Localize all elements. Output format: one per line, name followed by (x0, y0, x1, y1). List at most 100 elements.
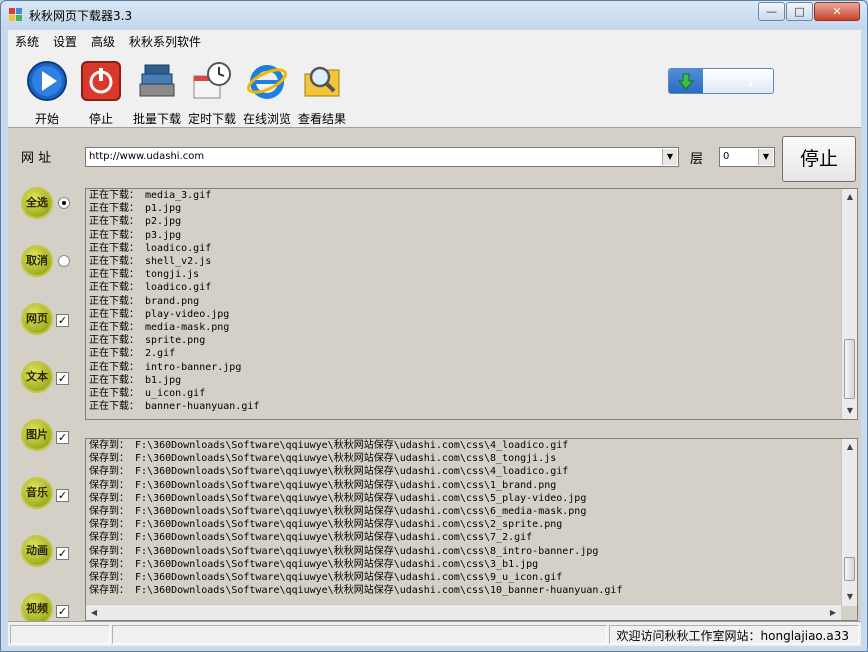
text-checkbox[interactable]: ✓ (56, 372, 69, 385)
status-message: 欢迎访问秋秋工作室网站：honglajiao.a33 (616, 629, 849, 643)
log-line: 正在下载： loadico.gif (89, 242, 212, 254)
log-line: 保存到： F:\360Downloads\Software\qqiuwye\秋秋… (89, 506, 587, 518)
client-area: 系统 设置 高级 秋秋系列软件 开始 停止 批量下载 定时下载 在线浏览 查看结… (8, 30, 861, 646)
layer-value: 0 (723, 151, 730, 162)
cancel-radio[interactable] (58, 255, 70, 267)
maximize-button[interactable]: □ (786, 2, 813, 21)
video-checkbox[interactable]: ✓ (56, 605, 69, 618)
scroll-thumb[interactable] (844, 557, 855, 581)
play-icon (27, 61, 67, 101)
log-line: 正在下载： shell_v2.js (89, 256, 212, 268)
log-line: 正在下载： p2.jpg (89, 216, 182, 228)
log-line: 正在下载： 2.gif (89, 348, 176, 360)
scroll-left-icon[interactable]: ◀ (86, 605, 102, 620)
log-line: 保存到： F:\360Downloads\Software\qqiuwye\秋秋… (89, 532, 533, 544)
text-button[interactable]: 文本 (21, 361, 53, 393)
save-log: 保存到： F:\360Downloads\Software\qqiuwye\秋秋… (89, 439, 839, 597)
animation-checkbox[interactable]: ✓ (56, 547, 69, 560)
download-log: 正在下载： media_3.gif 正在下载： p1.jpg 正在下载： p2.jp… (89, 189, 839, 413)
log-line: 正在下载： b1.jpg (89, 374, 182, 386)
log-line: 正在下载： media_3.gif (89, 190, 212, 201)
log-line: 正在下载： u_icon.gif (89, 388, 206, 400)
menu-settings[interactable]: 设置 (53, 33, 77, 50)
online-browse-button[interactable]: 在线浏览 (239, 58, 295, 126)
image-button[interactable]: 图片 (21, 419, 53, 451)
log-line: 保存到： F:\360Downloads\Software\qqiuwye\秋秋… (89, 492, 587, 504)
toolbar: 开始 停止 批量下载 定时下载 在线浏览 查看结果 .ı (8, 50, 861, 128)
stop-download-button[interactable]: 停止 (782, 136, 856, 182)
power-icon (81, 61, 121, 101)
scroll-up-icon[interactable]: ▲ (842, 189, 857, 205)
scroll-up-icon[interactable]: ▲ (842, 439, 857, 455)
log-line: 正在下载： loadico.gif (89, 282, 212, 294)
log-line: 保存到： F:\360Downloads\Software\qqiuwye\秋秋… (89, 558, 539, 570)
books-icon (139, 64, 175, 97)
log-line: 正在下载： p3.jpg (89, 229, 182, 241)
app-logo-icon (9, 8, 23, 22)
cancel-button[interactable]: 取消 (21, 245, 53, 277)
stop-button[interactable]: 停止 (73, 58, 129, 126)
log-line: 保存到： F:\360Downloads\Software\qqiuwye\秋秋… (89, 545, 599, 557)
url-label: 网 址 (21, 151, 52, 166)
log-line: 正在下载： banner-huanyuan.gif (89, 401, 260, 413)
image-checkbox[interactable]: ✓ (56, 431, 69, 444)
menu-system[interactable]: 系统 (15, 33, 39, 50)
log-line: 保存到： F:\360Downloads\Software\qqiuwye\秋秋… (89, 519, 563, 531)
select-all-radio[interactable] (58, 197, 70, 209)
close-button[interactable]: ✕ (814, 2, 860, 21)
menu-series-software[interactable]: 秋秋系列软件 (129, 33, 201, 50)
log-line: 正在下载： media-mask.png (89, 322, 230, 334)
select-all-button[interactable]: 全选 (21, 187, 53, 219)
webpage-checkbox[interactable]: ✓ (56, 314, 69, 327)
view-results-label: 查看结果 (297, 112, 346, 126)
log-line: 保存到： F:\360Downloads\Software\qqiuwye\秋秋… (89, 585, 623, 597)
progress-indicator: .ı (746, 80, 753, 90)
status-cell-1 (10, 625, 110, 644)
download-log-scrollbar[interactable]: ▲ ▼ (841, 189, 857, 419)
save-log-vscrollbar[interactable]: ▲ ▼ (841, 439, 857, 606)
down-arrow-icon (677, 73, 695, 90)
layer-label: 层 (690, 152, 704, 167)
minimize-button[interactable]: — (758, 2, 785, 21)
music-button[interactable]: 音乐 (21, 477, 53, 509)
log-line: 保存到： F:\360Downloads\Software\qqiuwye\秋秋… (89, 572, 563, 584)
scroll-down-icon[interactable]: ▼ (842, 589, 857, 605)
status-cell-2 (112, 625, 607, 644)
log-line: 正在下载： intro-banner.jpg (89, 361, 242, 373)
log-line: 保存到： F:\360Downloads\Software\qqiuwye\秋秋… (89, 466, 569, 478)
clock-calendar-icon (193, 62, 231, 99)
layer-select[interactable]: 0 ▼ (719, 147, 775, 167)
window-title: 秋秋网页下载器3.3 (29, 9, 133, 23)
save-log-hscrollbar[interactable]: ◀ ▶ (86, 604, 841, 620)
url-dropdown-arrow-icon[interactable]: ▼ (662, 149, 677, 165)
animation-button[interactable]: 动画 (21, 535, 53, 567)
scroll-down-icon[interactable]: ▼ (842, 403, 857, 419)
download-progress: .ı (668, 68, 774, 94)
scroll-right-icon[interactable]: ▶ (825, 605, 841, 620)
menu-bar: 系统 设置 高级 秋秋系列软件 (8, 30, 861, 50)
batch-download-button[interactable]: 批量下载 (129, 58, 185, 126)
status-bar: 欢迎访问秋秋工作室网站：honglajiao.a33 (8, 621, 861, 646)
menu-advanced[interactable]: 高级 (91, 33, 115, 50)
log-line: 正在下载： play-video.jpg (89, 308, 230, 320)
webpage-button[interactable]: 网页 (21, 303, 53, 335)
layer-dropdown-arrow-icon[interactable]: ▼ (758, 149, 773, 165)
folder-search-icon (304, 66, 340, 97)
url-value: http://www.udashi.com (89, 151, 205, 162)
log-line: 正在下载： sprite.png (89, 335, 206, 347)
log-line: 正在下载： brand.png (89, 295, 200, 307)
log-line: 保存到： F:\360Downloads\Software\qqiuwye\秋秋… (89, 479, 557, 491)
view-results-button[interactable]: 查看结果 (294, 58, 350, 126)
title-bar[interactable]: 秋秋网页下载器3.3 — □ ✕ (1, 1, 867, 29)
log-line: 保存到： F:\360Downloads\Software\qqiuwye\秋秋… (89, 440, 569, 451)
scroll-thumb[interactable] (844, 339, 855, 399)
log-line: 正在下载： p1.jpg (89, 203, 182, 215)
download-log-panel[interactable]: 正在下载： media_3.gif 正在下载： p1.jpg 正在下载： p2.jp… (85, 188, 858, 420)
internet-explorer-icon (247, 65, 287, 99)
app-window: 秋秋网页下载器3.3 — □ ✕ 系统 设置 高级 秋秋系列软件 开始 停止 批… (0, 0, 868, 652)
timed-download-button[interactable]: 定时下载 (184, 58, 240, 126)
save-log-panel[interactable]: 保存到： F:\360Downloads\Software\qqiuwye\秋秋… (85, 438, 858, 621)
url-input[interactable]: http://www.udashi.com ▼ (85, 147, 679, 167)
music-checkbox[interactable]: ✓ (56, 489, 69, 502)
log-line: 保存到： F:\360Downloads\Software\qqiuwye\秋秋… (89, 453, 557, 465)
